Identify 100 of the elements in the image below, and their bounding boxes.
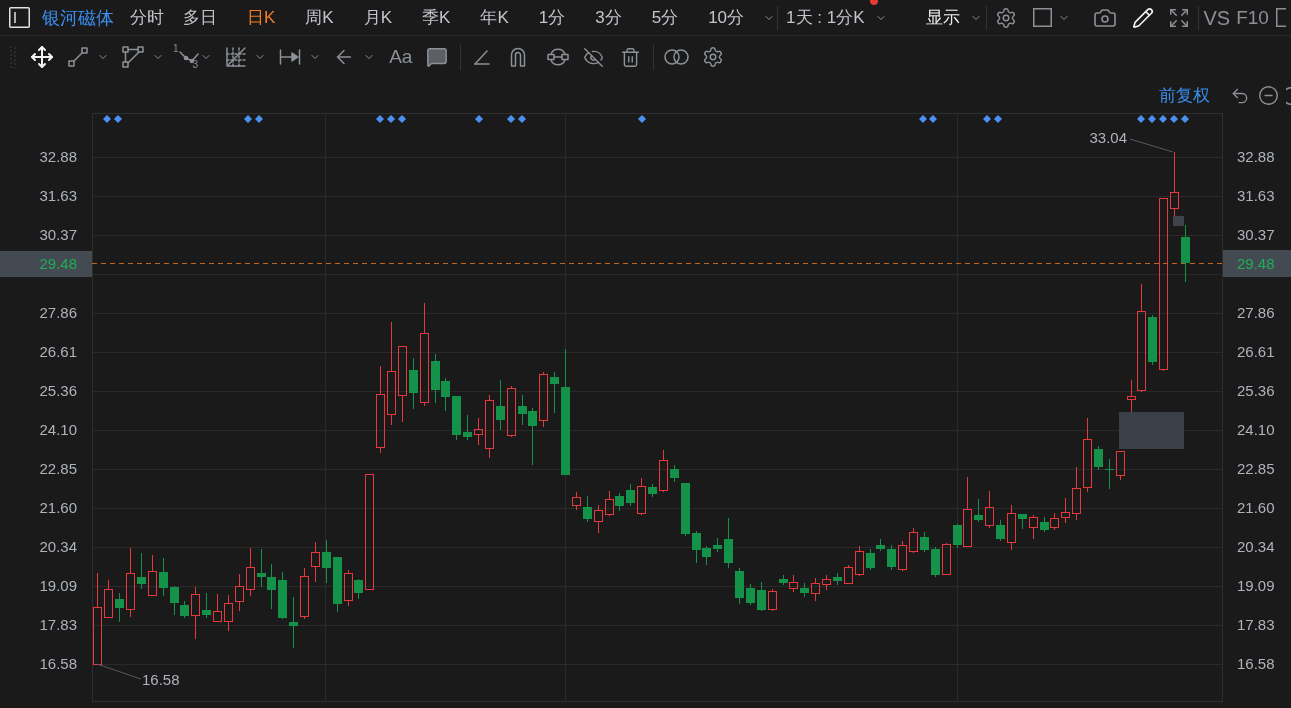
candlestick (833, 572, 842, 586)
pencil-icon[interactable] (1132, 6, 1155, 29)
zoom-out-icon[interactable] (1258, 85, 1279, 106)
compare-button[interactable]: VS (1203, 5, 1231, 30)
candlestick (1061, 497, 1070, 524)
candlestick (452, 395, 461, 441)
candlestick (811, 577, 820, 602)
axis-label: 17.83 (39, 616, 77, 634)
candlestick (583, 495, 592, 523)
polygon-tool-icon[interactable] (122, 46, 144, 68)
checkbox-icon[interactable] (1033, 8, 1053, 27)
candlestick (333, 556, 342, 613)
price-adjustment-toggle[interactable]: 前复权 (1159, 84, 1210, 107)
axis-label: 20.34 (1237, 538, 1275, 556)
high-price-label: 33.04 (1089, 129, 1127, 146)
axis-label: 31.63 (39, 186, 77, 204)
candlestick (539, 371, 548, 428)
candlestick (855, 545, 864, 577)
candlestick (1018, 513, 1027, 530)
candlestick (278, 571, 287, 620)
period-tab[interactable]: 分时 (130, 6, 164, 29)
axis-label: 19.09 (39, 576, 77, 594)
axis-label: 27.86 (1237, 304, 1275, 322)
candlestick (659, 449, 668, 493)
candlestick (681, 482, 690, 537)
magnet-icon[interactable] (510, 47, 527, 67)
candlestick (757, 581, 766, 612)
period-tab[interactable]: 多日 (183, 6, 217, 29)
candlestick (887, 544, 896, 571)
period-tab[interactable]: 日K (247, 6, 276, 29)
candlestick (648, 483, 657, 498)
diamond-marker-icon (387, 115, 395, 123)
interval-dropdown[interactable]: 1天 : 1分K (786, 6, 888, 29)
settings-icon[interactable] (702, 46, 725, 68)
candlestick (735, 567, 744, 605)
candlestick (246, 547, 255, 597)
candlestick (920, 531, 929, 553)
period-tab[interactable]: 1分 (538, 6, 566, 29)
diamond-marker-icon (255, 115, 263, 123)
axis-label: 26.61 (39, 342, 77, 360)
candlestick (931, 546, 940, 578)
period-tab[interactable]: 周K (305, 6, 334, 29)
candlestick (224, 594, 233, 632)
diamond-marker-icon (518, 115, 526, 123)
period-tab[interactable]: 5分 (651, 6, 679, 29)
candlestick (257, 548, 266, 588)
leader-line (96, 663, 142, 680)
trash-icon[interactable] (620, 46, 642, 68)
wave-index-label: 1 (173, 44, 179, 54)
display-dropdown[interactable]: 显示 (926, 6, 983, 29)
candlestick (1029, 514, 1038, 540)
current-price-label: 29.48 (1223, 250, 1291, 277)
candlestick (909, 527, 918, 554)
candlestick (1072, 466, 1081, 521)
axis-label: 16.58 (1237, 655, 1275, 673)
candlestick (844, 564, 853, 584)
two-circles-icon[interactable] (664, 48, 690, 66)
candlestick (1050, 512, 1059, 531)
candlestick (191, 586, 200, 640)
move-icon[interactable] (30, 45, 54, 69)
line-tool-icon[interactable] (68, 47, 88, 67)
candlestick (159, 557, 168, 597)
candlestick (507, 385, 516, 438)
candlestick (724, 517, 733, 569)
stock-name: 银河磁体 (42, 6, 114, 29)
diamond-marker-icon (376, 115, 384, 123)
axis-label: 24.10 (1237, 421, 1275, 439)
candlestick (615, 492, 624, 512)
candlestick (463, 414, 472, 441)
diamond-marker-icon (103, 115, 111, 123)
axis-label: 24.10 (39, 421, 77, 439)
period-tab[interactable]: 月K (363, 6, 393, 29)
diamond-marker-icon (983, 115, 991, 123)
panel-toggle-icon[interactable] (9, 7, 30, 28)
period-tab[interactable]: 年K (480, 6, 509, 29)
diamond-marker-icon (114, 115, 122, 123)
axis-label: 25.36 (39, 381, 77, 399)
f10-button[interactable]: F10 (1236, 5, 1269, 30)
candlestick (289, 596, 298, 649)
diamond-marker-icon (244, 115, 252, 123)
period-tab[interactable]: 3分 (595, 6, 622, 29)
axis-label: 20.34 (39, 538, 77, 556)
measure-tool-icon[interactable] (279, 48, 302, 66)
candlestick (311, 541, 320, 583)
axis-label: 30.37 (1237, 225, 1275, 243)
period-tab[interactable]: 10分 (708, 6, 745, 29)
angle-tool-icon[interactable] (474, 49, 491, 65)
comment-tool-icon[interactable] (426, 46, 449, 68)
candlestick (1007, 504, 1016, 551)
candlestick (148, 554, 157, 596)
candlestick (1170, 151, 1179, 217)
fullscreen-icon[interactable] (1168, 6, 1191, 29)
hide-icon[interactable] (583, 46, 605, 68)
ring-link-icon[interactable] (547, 48, 570, 66)
period-tab[interactable]: 季K (422, 6, 451, 29)
settings-icon[interactable] (995, 6, 1018, 29)
text-tool-button[interactable]: Aa (389, 46, 413, 68)
axis-label: 27.86 (39, 304, 77, 322)
candlestick (594, 504, 603, 534)
grid-tool-icon[interactable] (225, 46, 248, 68)
